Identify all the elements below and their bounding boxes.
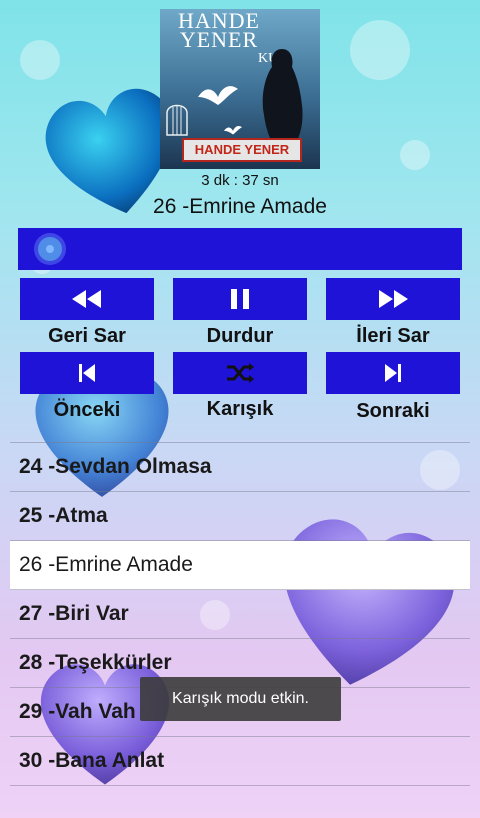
track-list[interactable]: 24 -Sevdan Olmasa 25 -Atma 26 -Emrine Am… (10, 431, 470, 818)
skip-previous-icon (79, 364, 95, 382)
next-label: Sonraki (356, 400, 430, 422)
forward-button[interactable] (326, 278, 460, 320)
shuffle-button[interactable] (173, 352, 307, 394)
now-playing-title: 26 -Emrine Amade (153, 195, 327, 218)
list-item-partial (10, 431, 470, 443)
track-item[interactable]: 25 -Atma (10, 492, 470, 541)
next-button[interactable] (326, 352, 460, 394)
fast-forward-icon (379, 290, 408, 308)
previous-label: Önceki (53, 399, 121, 421)
rewind-label: Geri Sar (48, 325, 126, 347)
album-cover: HANDE YENER KUŞ HANDE YENER (160, 9, 320, 169)
forward-label: İleri Sar (356, 325, 430, 347)
pause-label: Durdur (206, 325, 274, 347)
album-banner: HANDE YENER (182, 138, 302, 162)
shuffle-label: Karışık (206, 398, 274, 420)
track-item[interactable]: 30 -Bana Anlat (10, 737, 470, 786)
singer-figure-icon (262, 49, 303, 143)
rewind-icon (72, 290, 101, 308)
rewind-button[interactable] (20, 278, 154, 320)
album-artist-text: HANDE YENER (178, 9, 260, 52)
track-item[interactable]: 27 -Biri Var (10, 590, 470, 639)
track-item[interactable]: 24 -Sevdan Olmasa (10, 443, 470, 492)
birdcage-icon (166, 104, 188, 136)
shuffle-toast: Karışık modu etkin. (140, 677, 341, 721)
bird-icon (198, 86, 238, 105)
track-duration: 3 dk : 37 sn (201, 172, 279, 189)
bird-icon (224, 126, 242, 135)
seek-thumb[interactable] (37, 237, 62, 261)
track-item-selected[interactable]: 26 -Emrine Amade (10, 541, 470, 590)
pause-button[interactable] (173, 278, 307, 320)
shuffle-icon (227, 363, 254, 383)
seek-bar[interactable] (18, 228, 462, 270)
skip-next-icon (385, 364, 401, 382)
pause-icon (231, 289, 249, 309)
previous-button[interactable] (20, 352, 154, 394)
